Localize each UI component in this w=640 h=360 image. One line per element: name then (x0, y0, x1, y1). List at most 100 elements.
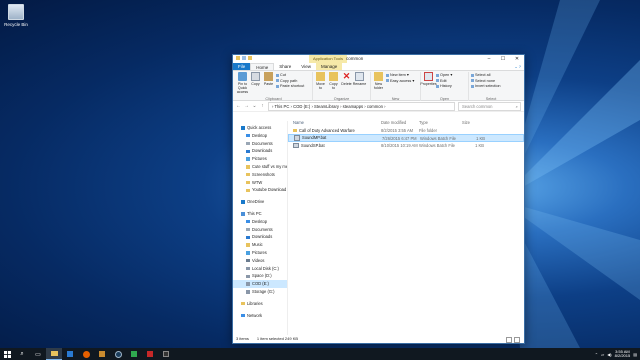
help-icon[interactable]: ⌄ ? (514, 63, 521, 70)
file-row[interactable]: Call of Duty Advanced Warfare 8/2/2015 3:… (288, 127, 524, 134)
nav-item[interactable]: Cute stuff vs my mem (233, 163, 287, 171)
nav-item[interactable]: Desktop (233, 132, 287, 140)
nav-item[interactable]: Youtube Download (233, 186, 287, 194)
close-button[interactable]: ✕ (510, 55, 524, 63)
store-icon[interactable] (62, 348, 78, 360)
cut-button[interactable]: Cut (276, 73, 304, 78)
select-none-button[interactable]: Select none (471, 79, 501, 84)
recycle-bin-icon (8, 4, 24, 20)
nav-item[interactable]: Screenshots (233, 171, 287, 179)
nav-item[interactable]: Quick access (233, 124, 287, 132)
forward-arrow-icon[interactable]: → (244, 103, 249, 109)
address-path[interactable]: › This PC › COD (E:) › SteamLibrary › st… (268, 101, 455, 111)
new-item-button[interactable]: New item ▾ (386, 73, 414, 78)
back-arrow-icon[interactable]: ← (236, 103, 241, 109)
app-green-icon[interactable] (126, 348, 142, 360)
tab-file[interactable]: File (233, 63, 251, 70)
tray-chevron-icon[interactable]: ⌃ (595, 352, 598, 357)
new-folder-icon[interactable] (248, 56, 252, 60)
tab-share[interactable]: Share (274, 63, 296, 70)
app-red-icon[interactable] (142, 348, 158, 360)
search-icon: ⌕ (515, 103, 518, 109)
edit-button[interactable]: Edit (436, 79, 452, 84)
start-button[interactable] (0, 348, 14, 360)
system-tray: ⌃ ▱ ◀) 3:55 AM 8/2/2015 ▤ (595, 348, 637, 360)
documents-icon (246, 227, 250, 232)
details-view-button[interactable] (506, 337, 512, 343)
selection-info: 1 item selected 249 KB (256, 336, 299, 341)
nav-item[interactable]: COD (E:) (233, 280, 287, 288)
firefox-icon[interactable] (78, 348, 94, 360)
column-date-modified[interactable]: Date modified (381, 119, 419, 127)
organize-group-label: Organize (333, 97, 350, 101)
tab-view[interactable]: View (296, 63, 316, 70)
maximize-button[interactable]: ☐ (496, 55, 510, 63)
search-icon[interactable]: ⌕ (14, 348, 30, 360)
nav-item[interactable]: Network (233, 312, 287, 320)
folder-app-icon[interactable] (94, 348, 110, 360)
file-row[interactable]: SoundSP.bat 8/10/2015 10:19 AM Windows Bat… (288, 142, 524, 149)
tab-manage[interactable]: Manage (315, 63, 343, 70)
file-explorer-taskbar-icon[interactable] (46, 348, 62, 360)
nav-item[interactable]: OneDrive (233, 198, 287, 206)
open-group-label: Open (439, 97, 450, 101)
properties-icon[interactable] (242, 56, 246, 60)
nav-item[interactable]: Pictures (233, 155, 287, 163)
nav-item[interactable]: Videos (233, 257, 287, 265)
desktop-icon (246, 219, 250, 224)
nav-item[interactable]: Music (233, 241, 287, 249)
history-button[interactable]: History (436, 84, 452, 89)
nav-item[interactable]: This PC (233, 210, 287, 218)
nav-item-label: OneDrive (247, 199, 265, 205)
nav-item[interactable]: Space (D:) (233, 272, 287, 280)
large-icons-view-button[interactable] (514, 337, 520, 343)
ribbon-tabs: File Home Share View Manage ⌄ ? (233, 63, 524, 71)
batch-file-icon (294, 135, 300, 141)
column-name[interactable]: Name (288, 119, 381, 127)
recycle-bin[interactable]: Recycle Bin (4, 4, 28, 27)
open-button[interactable]: Open ▾ (436, 73, 452, 78)
nav-item[interactable]: Desktop (233, 218, 287, 226)
minimize-button[interactable]: – (482, 55, 496, 63)
task-view-icon[interactable]: ▭ (30, 348, 46, 360)
nav-item[interactable]: Local Disk (C:) (233, 265, 287, 273)
recent-chevron-icon[interactable]: ⌄ (252, 103, 257, 109)
title-bar[interactable]: Application Tools common – ☐ ✕ (233, 55, 524, 63)
volume-icon[interactable]: ◀) (607, 352, 611, 357)
copy-path-button[interactable]: Copy path (276, 79, 304, 84)
app-dark-icon[interactable] (158, 348, 174, 360)
file-date: 8/10/2015 10:19 AM (381, 142, 418, 148)
nav-item[interactable]: Storage (G:) (233, 288, 287, 296)
nav-item-label: Pictures (252, 156, 267, 162)
paste-shortcut-button[interactable]: Paste shortcut (276, 84, 304, 89)
up-arrow-icon[interactable]: ↑ (260, 103, 265, 109)
network-icon (241, 313, 245, 318)
column-type[interactable]: Type (419, 119, 462, 127)
drive-icon (246, 266, 250, 271)
nav-item[interactable]: Documents (233, 140, 287, 148)
notifications-icon[interactable]: ▤ (633, 352, 637, 357)
column-size[interactable]: Size (462, 119, 484, 127)
file-list: Name Date modified Type Size Call of Dut… (288, 119, 524, 335)
search-input[interactable]: Search common ⌕ (458, 101, 521, 111)
network-tray-icon[interactable]: ▱ (601, 352, 604, 357)
nav-item[interactable]: Libraries (233, 300, 287, 308)
invert-selection-button[interactable]: Invert selection (471, 84, 501, 89)
file-row[interactable]: SoundMP.bat 7/26/2015 6:47 PM Windows Batc… (288, 134, 524, 142)
clock[interactable]: 3:55 AM 8/2/2015 (615, 349, 631, 359)
select-all-button[interactable]: Select all (471, 73, 501, 78)
new-group-label: New (391, 97, 400, 101)
nav-item[interactable]: Documents (233, 226, 287, 234)
recycle-bin-label: Recycle Bin (4, 22, 28, 27)
nav-item[interactable]: Pictures (233, 249, 287, 257)
file-name-label: SoundMP.bat (302, 135, 327, 141)
pin-icon (238, 72, 247, 81)
nav-item[interactable]: Downloads (233, 147, 287, 155)
nav-item[interactable]: Downloads (233, 233, 287, 241)
steam-icon[interactable] (110, 348, 126, 360)
nav-item[interactable]: WTW (233, 179, 287, 187)
downloads-icon (246, 149, 250, 153)
easy-access-button[interactable]: Easy access ▾ (386, 79, 414, 84)
tab-home[interactable]: Home (250, 63, 275, 70)
documents-icon (246, 141, 250, 146)
